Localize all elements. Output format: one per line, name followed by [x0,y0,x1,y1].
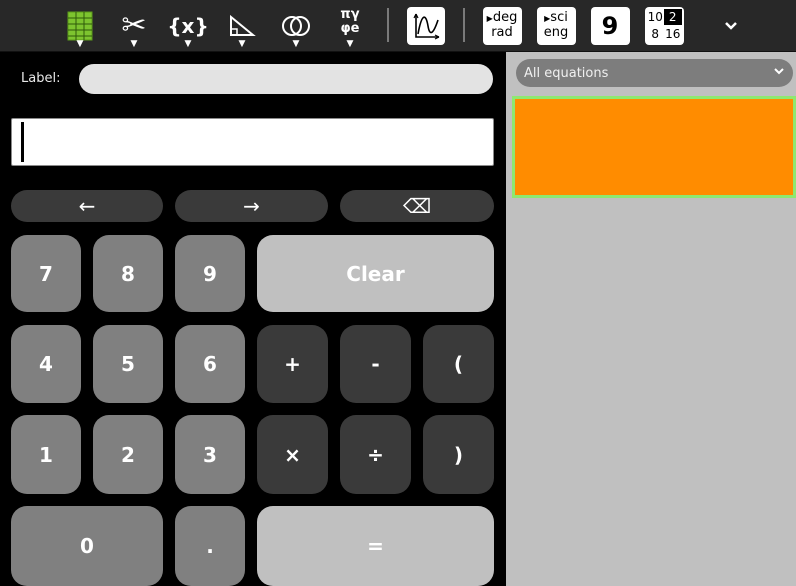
key-5[interactable]: 5 [93,325,163,403]
constants-button[interactable]: πγ φe ▼ [332,0,368,51]
boolean-button[interactable]: ▼ [278,0,314,51]
cursor-right-button[interactable]: → [175,190,328,222]
key-3[interactable]: 3 [175,415,245,494]
key-2[interactable]: 2 [93,415,163,494]
cursor-left-button[interactable]: ← [11,190,163,222]
plot-button[interactable] [406,0,446,51]
digits-button[interactable]: 9 [590,0,630,51]
notation-toggle[interactable]: ▶sci eng [536,0,576,51]
calculator-panel: Label: ← → ⌫ 7 8 9 Clear 4 5 6 + - ( 1 2… [0,52,506,586]
chevron-down-icon [725,21,737,30]
decimal-point-button[interactable]: . [175,506,245,586]
chevron-down-icon: ▼ [184,39,192,49]
multiply-button[interactable]: × [257,415,328,494]
variables-button[interactable]: {x} ▼ [167,0,209,51]
arrow-left-icon: ← [78,194,96,218]
toolbar-separator [463,8,465,42]
equation-entry[interactable] [512,96,796,198]
chevron-down-icon: ▼ [292,39,300,49]
more-button[interactable] [716,0,746,51]
chevron-down-icon: ▼ [346,39,354,49]
equation-filter-select[interactable]: All equations [516,59,793,87]
angle-unit-toggle[interactable]: ▶deg rad [482,0,522,51]
expression-input[interactable] [11,118,494,166]
divide-button[interactable]: ÷ [340,415,411,494]
text-caret [21,122,24,162]
chevron-down-icon [773,65,785,80]
grid-icon [67,11,93,40]
plot-icon [413,13,440,40]
spreadsheet-button[interactable]: ▼ [62,0,98,51]
key-7[interactable]: 7 [11,235,81,312]
plus-button[interactable]: + [257,325,328,403]
scissors-icon: ✂ [121,8,147,43]
key-0[interactable]: 0 [11,506,163,586]
label-input[interactable] [79,64,493,94]
chevron-down-icon: ▼ [130,39,138,49]
backspace-icon: ⌫ [402,194,432,218]
edit-button[interactable]: ✂ ▼ [116,0,152,51]
equals-button[interactable]: = [257,506,494,586]
constants-icon: πγ φe [340,6,360,36]
trigonometry-button[interactable]: ▼ [224,0,260,51]
boolean-icon [282,15,310,36]
toolbar: ▼ ✂ ▼ {x} ▼ ▼ ▼ πγ φe ▼ ▶deg rad ▶sci en… [0,0,796,52]
label-caption: Label: [21,71,61,86]
key-6[interactable]: 6 [175,325,245,403]
backspace-button[interactable]: ⌫ [340,190,494,222]
variable-icon: {x} [167,13,209,38]
arrow-right-icon: → [243,194,260,218]
number-base-toggle[interactable]: 10 2 8 16 [644,0,684,51]
key-9[interactable]: 9 [175,235,245,312]
chevron-down-icon: ▼ [238,39,246,49]
minus-button[interactable]: - [340,325,411,403]
toolbar-separator [387,8,389,42]
equations-panel: All equations [506,52,796,586]
chevron-down-icon: ▼ [76,39,84,49]
key-4[interactable]: 4 [11,325,81,403]
equation-filter-value: All equations [524,65,609,81]
clear-button[interactable]: Clear [257,235,494,312]
trigonometry-icon [230,14,256,36]
key-1[interactable]: 1 [11,415,81,494]
close-paren-button[interactable]: ) [423,415,494,494]
open-paren-button[interactable]: ( [423,325,494,403]
key-8[interactable]: 8 [93,235,163,312]
